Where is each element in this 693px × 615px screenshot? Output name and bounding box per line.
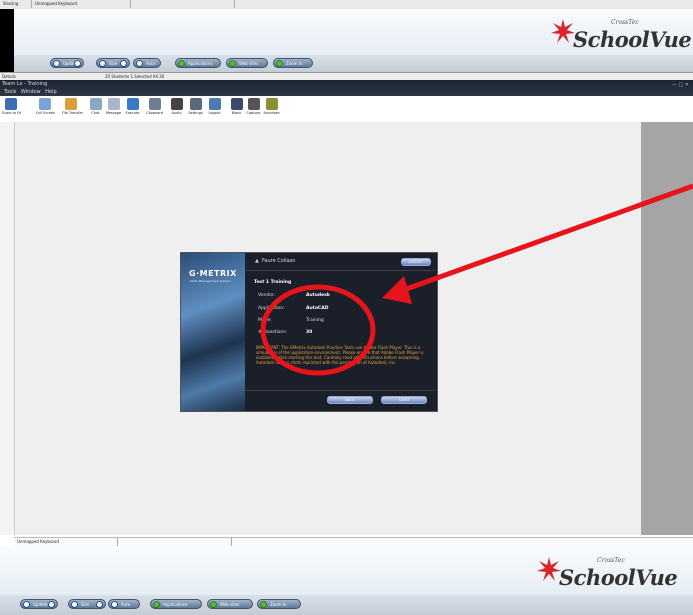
zoom-button-bottom[interactable]: Zoom In [257,599,301,609]
schoolvue-logo-bottom: CrossTec SchoolVue [537,557,678,590]
annotation-arrowhead [382,276,412,304]
update-button-bottom[interactable]: Update [20,599,58,609]
crosstec-text: CrossTec [597,557,625,564]
auto-button-bottom[interactable]: Auto [108,599,140,609]
status-cell-empty-bottom [118,538,232,546]
size-button-bottom[interactable]: Size [68,599,106,609]
red-annotation [260,183,693,376]
applications-icon [153,601,160,608]
web-sites-icon [210,601,217,608]
starburst-icon [537,557,561,581]
annotation-circle [260,284,376,376]
annotation-arrow-shaft [397,183,693,295]
size-icon [71,601,78,608]
web-sites-button-bottom[interactable]: Web sites [207,599,253,609]
zoom-icon [260,601,267,608]
auto-icon [111,601,118,608]
applications-button-bottom[interactable]: Applications [150,599,202,609]
schoolvue-text: SchoolVue [559,565,678,590]
arrow-icon [96,601,103,608]
brand-bar-bottom: CrossTec SchoolVue [0,547,693,595]
arrow-icon [48,601,55,608]
status-cell-keyboard-bottom: Unmapped Keyboard [14,538,118,546]
update-icon [23,601,30,608]
